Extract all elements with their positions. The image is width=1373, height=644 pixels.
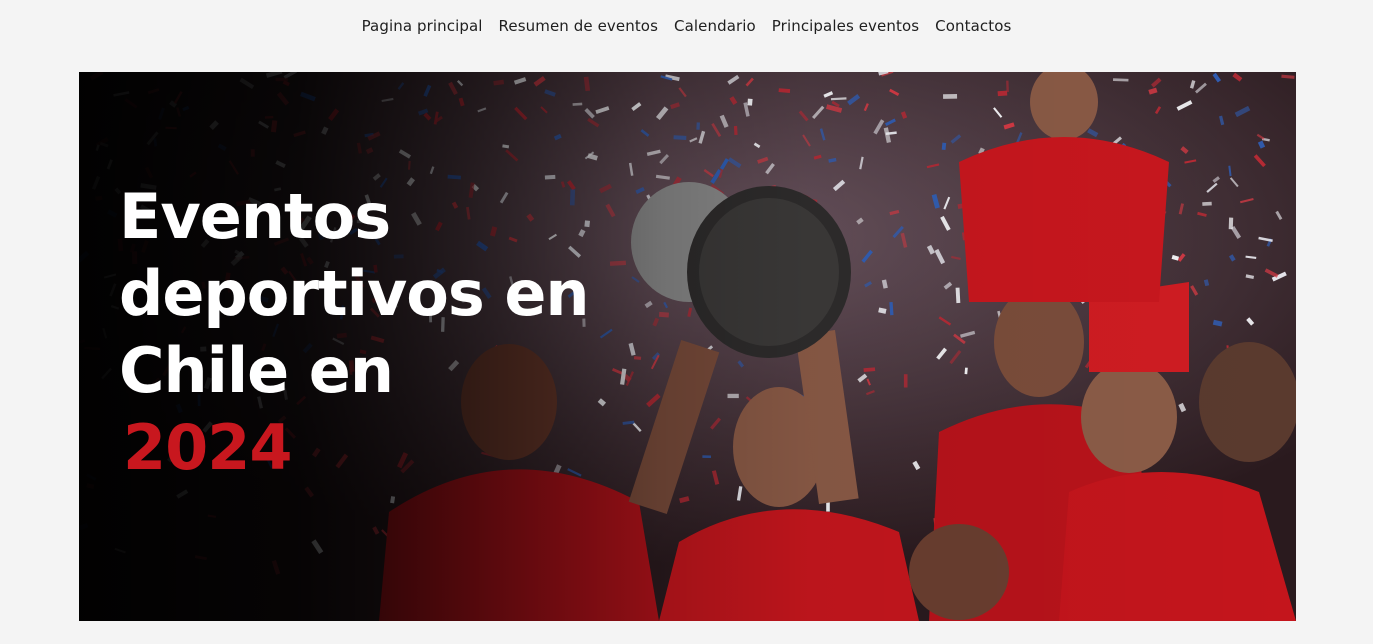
nav-link-events-summary[interactable]: Resumen de eventos [491, 17, 666, 35]
nav-link-main-events[interactable]: Principales eventos [764, 17, 927, 35]
nav-link-calendar[interactable]: Calendario [666, 17, 764, 35]
hero-title-line-2: deportivos en [119, 257, 590, 330]
hero-title-year: 2024 [123, 411, 293, 484]
hero-title-line-1: Eventos [119, 180, 391, 253]
nav-link-home[interactable]: Pagina principal [354, 17, 491, 35]
top-navigation: Pagina principal Resumen de eventos Cale… [0, 0, 1373, 52]
hero-banner: Eventos deportivos en Chile en 2024 [79, 72, 1296, 621]
hero-title-line-3: Chile en [119, 334, 394, 407]
hero-title: Eventos deportivos en Chile en 2024 [119, 178, 590, 486]
nav-link-contacts[interactable]: Contactos [927, 17, 1019, 35]
